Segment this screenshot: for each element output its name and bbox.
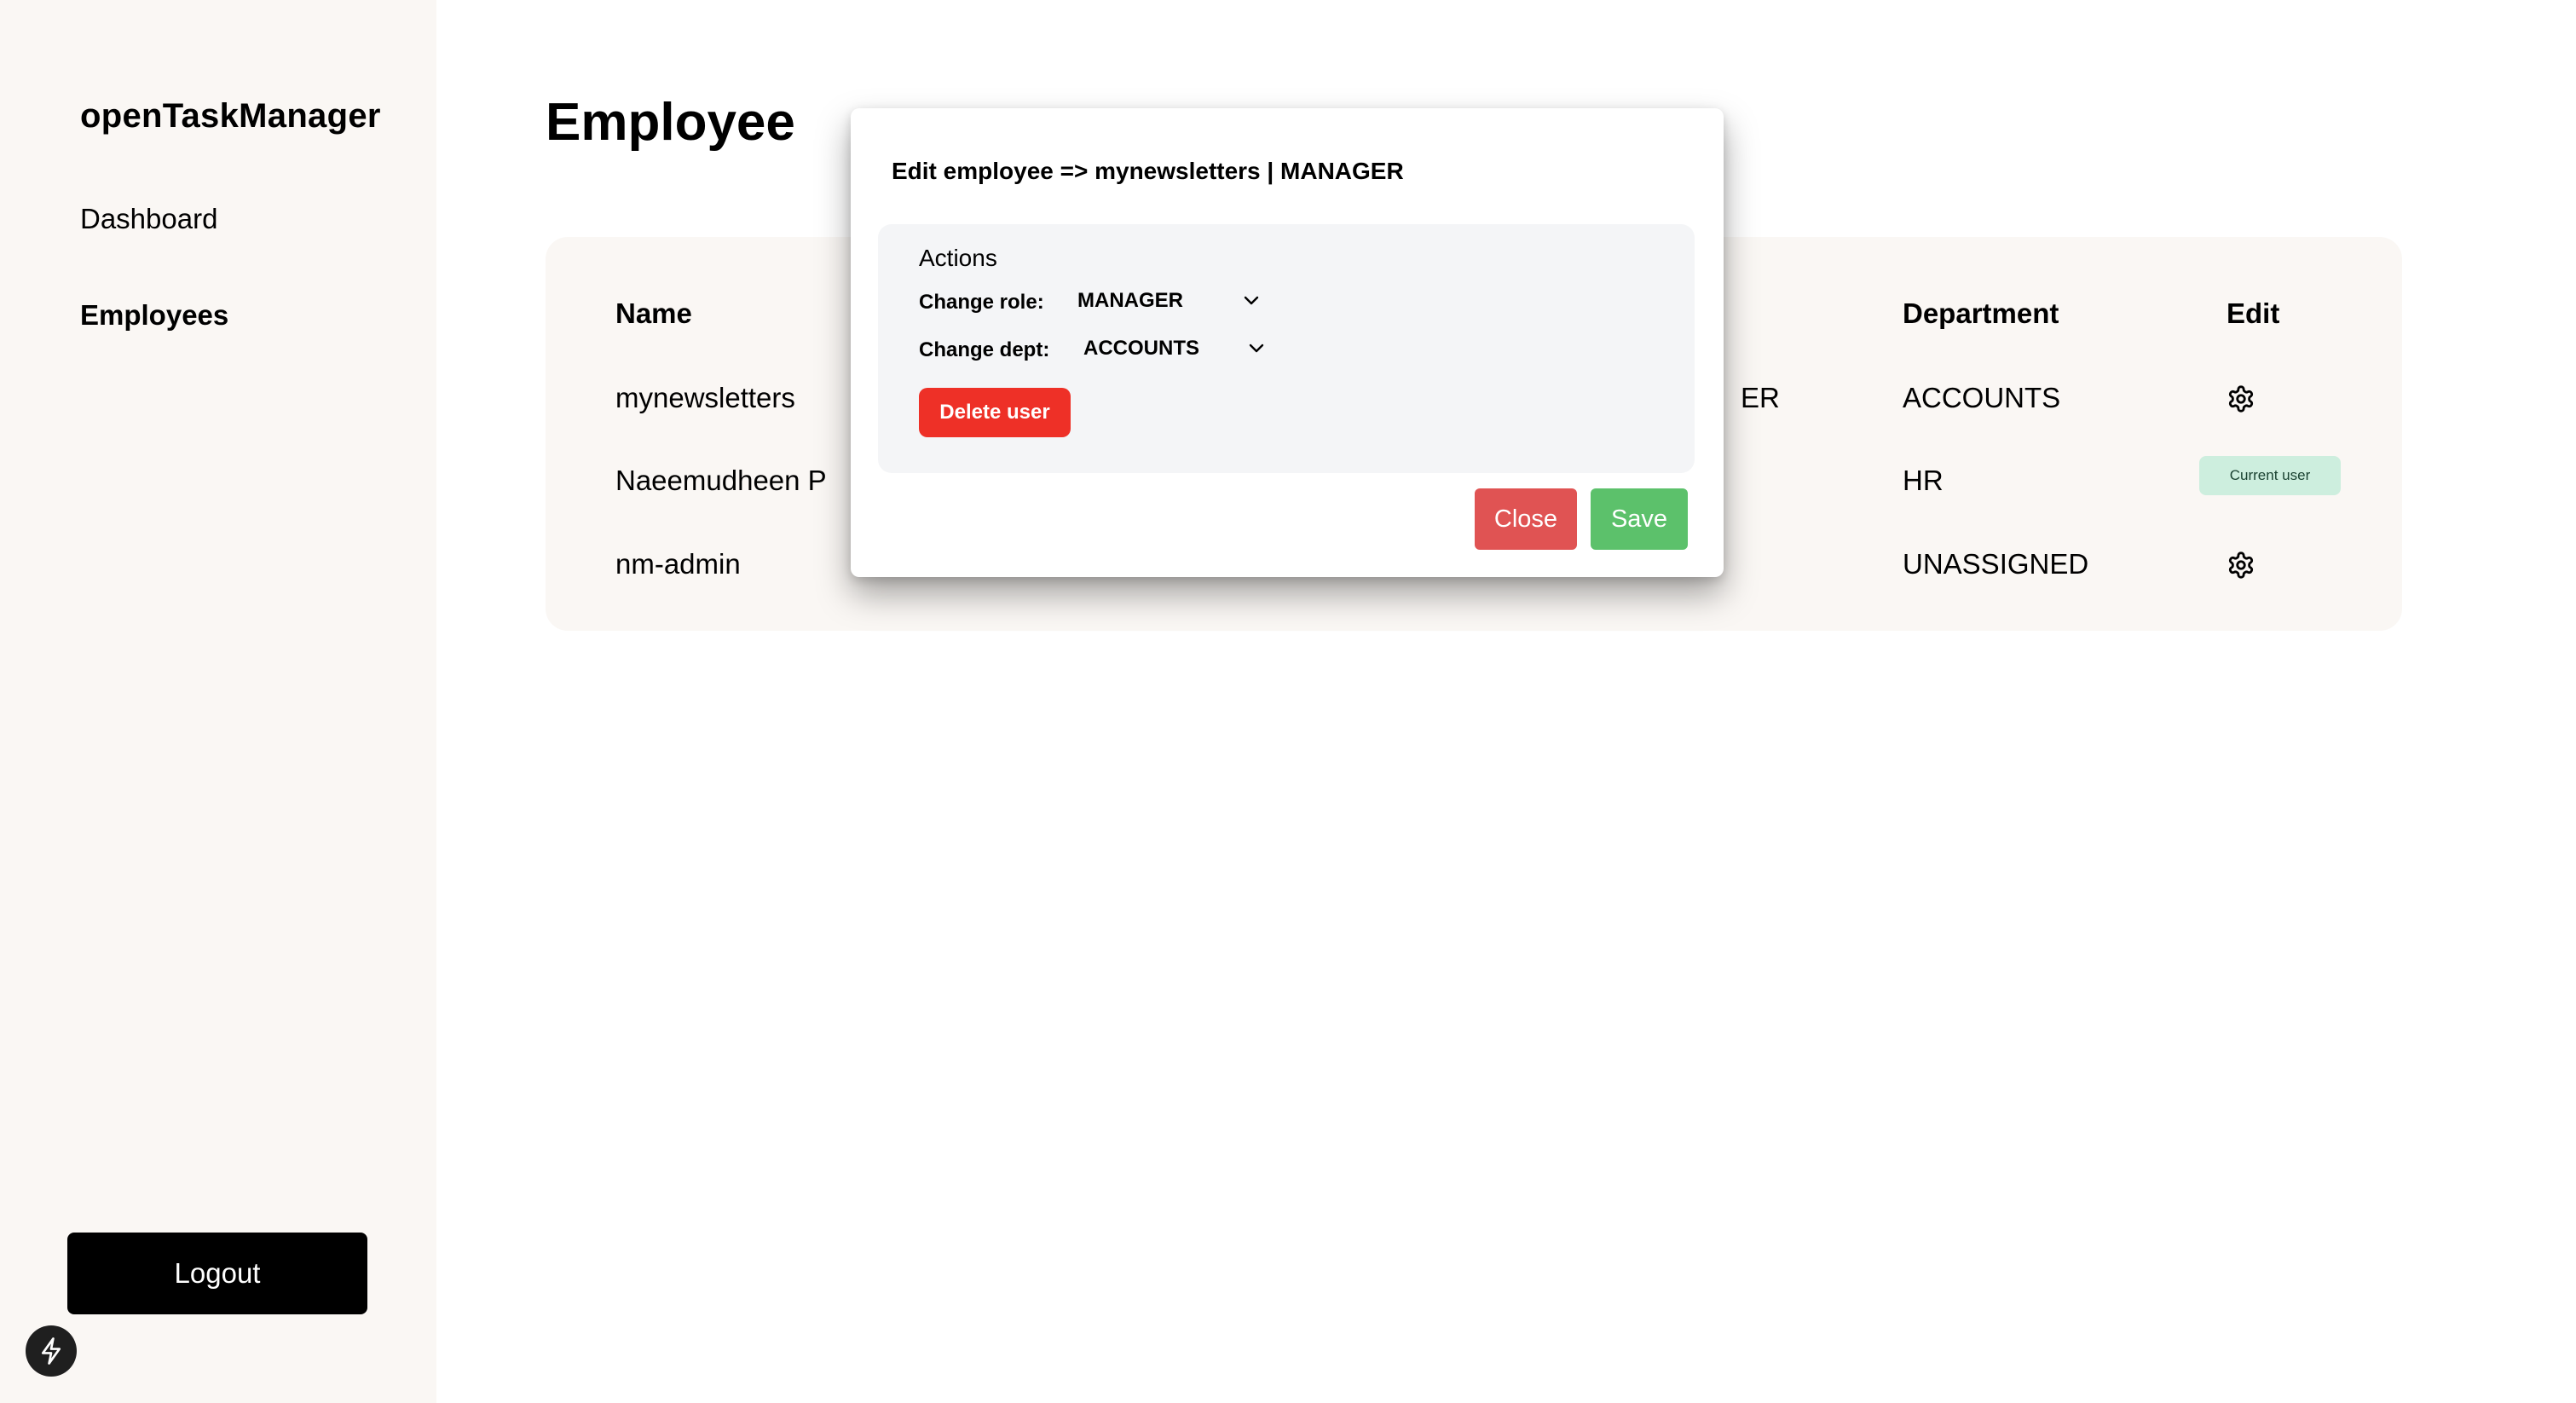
actions-heading: Actions: [919, 245, 997, 271]
app-brand: openTaskManager: [80, 97, 381, 135]
chevron-down-icon: [1244, 296, 1259, 305]
row-department: HR: [1903, 465, 1944, 496]
row-name: nm-admin: [615, 548, 741, 580]
modal-title: Edit employee => mynewsletters | MANAGER: [892, 158, 1404, 184]
sidebar: openTaskManager Dashboard Employees Logo…: [0, 0, 436, 1403]
delete-user-button[interactable]: Delete user: [919, 388, 1071, 437]
lightning-icon[interactable]: [26, 1325, 77, 1377]
gear-icon[interactable]: [2227, 384, 2255, 413]
role-select-value: MANAGER: [1077, 289, 1183, 312]
change-role-label: Change role:: [919, 291, 1044, 314]
role-select[interactable]: MANAGER: [1077, 284, 1268, 318]
dept-select[interactable]: ACCOUNTS: [1083, 332, 1274, 366]
column-header-name: Name: [615, 297, 692, 329]
dept-select-value: ACCOUNTS: [1083, 337, 1199, 360]
column-header-department: Department: [1903, 297, 2059, 329]
row-role-partial: ER: [1741, 382, 1780, 413]
sidebar-item-employees[interactable]: Employees: [80, 299, 228, 332]
row-department: UNASSIGNED: [1903, 548, 2089, 580]
page-title: Employee: [546, 93, 795, 152]
actions-panel: Actions Change role: MANAGER Change dept…: [878, 224, 1695, 473]
change-dept-label: Change dept:: [919, 338, 1050, 361]
row-department: ACCOUNTS: [1903, 382, 2061, 413]
gear-icon[interactable]: [2227, 551, 2255, 580]
edit-employee-modal: Edit employee => mynewsletters | MANAGER…: [851, 108, 1724, 577]
row-name: Naeemudheen P: [615, 465, 827, 496]
logout-button[interactable]: Logout: [67, 1233, 367, 1314]
column-header-edit: Edit: [2227, 297, 2280, 329]
sidebar-item-dashboard[interactable]: Dashboard: [80, 203, 217, 235]
row-name: mynewsletters: [615, 382, 795, 413]
close-button[interactable]: Close: [1475, 488, 1577, 550]
save-button[interactable]: Save: [1591, 488, 1688, 550]
chevron-down-icon: [1249, 344, 1264, 353]
current-user-badge: Current user: [2199, 456, 2341, 495]
